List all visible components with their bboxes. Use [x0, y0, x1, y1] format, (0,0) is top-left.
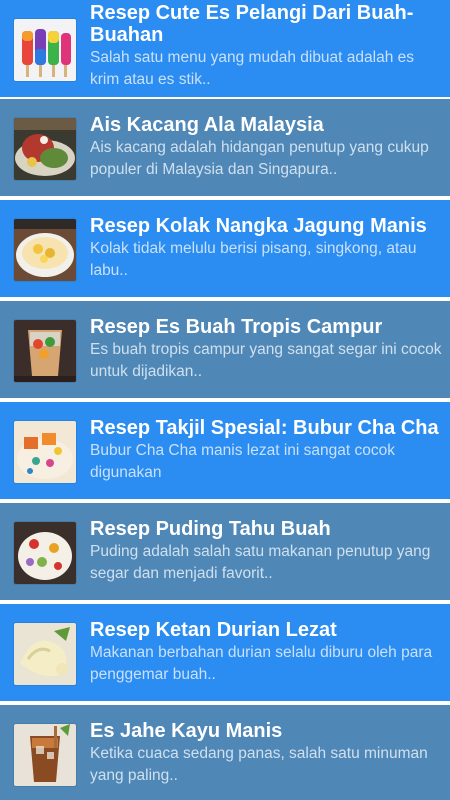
recipe-list-item[interactable]: Ais Kacang Ala Malaysia Ais kacang adala… — [0, 99, 450, 198]
es-buah-glass-image — [14, 320, 76, 382]
rainbow-popsicle-image — [14, 19, 76, 81]
kolak-bowl-image — [14, 219, 76, 281]
recipe-title: Es Jahe Kayu Manis — [90, 720, 283, 742]
recipe-title: Resep Kolak Nangka Jagung Manis — [90, 215, 427, 237]
recipe-list-item[interactable]: Resep Es Buah Tropis Campur Es buah trop… — [0, 301, 450, 400]
recipe-description: Kolak tidak melulu berisi pisang, singko… — [90, 240, 417, 279]
ais-kacang-image — [14, 118, 76, 180]
recipe-description: Puding adalah salah satu makanan penutup… — [90, 543, 431, 582]
recipe-list-item[interactable]: Resep Cute Es Pelangi Dari Buah-Buahan S… — [0, 0, 450, 99]
recipe-title: Resep Puding Tahu Buah — [90, 518, 331, 540]
recipe-description: Ketika cuaca sedang panas, salah satu mi… — [90, 745, 428, 784]
recipe-list-item[interactable]: Resep Kolak Nangka Jagung Manis Kolak ti… — [0, 200, 450, 299]
recipe-list-item[interactable]: Resep Puding Tahu Buah Puding adalah sal… — [0, 503, 450, 602]
recipe-title: Resep Es Buah Tropis Campur — [90, 316, 383, 338]
recipe-description: Makanan berbahan durian selalu diburu ol… — [90, 644, 433, 683]
recipe-title: Resep Cute Es Pelangi Dari Buah-Buahan — [90, 2, 414, 46]
bubur-cha-cha-image — [14, 421, 76, 483]
recipe-list: Resep Cute Es Pelangi Dari Buah-Buahan S… — [0, 0, 450, 800]
recipe-list-item[interactable]: Resep Takjil Spesial: Bubur Cha Cha Bubu… — [0, 402, 450, 501]
es-jahe-image — [14, 724, 76, 786]
recipe-description: Ais kacang adalah hidangan penutup yang … — [90, 139, 429, 178]
recipe-title: Resep Ketan Durian Lezat — [90, 619, 337, 641]
recipe-title: Resep Takjil Spesial: Bubur Cha Cha — [90, 417, 439, 439]
recipe-list-item[interactable]: Resep Ketan Durian Lezat Makanan berbaha… — [0, 604, 450, 703]
puding-tahu-image — [14, 522, 76, 584]
recipe-description: Es buah tropis campur yang sangat segar … — [90, 341, 442, 380]
recipe-list-item[interactable]: Es Jahe Kayu Manis Ketika cuaca sedang p… — [0, 705, 450, 800]
recipe-title: Ais Kacang Ala Malaysia — [90, 114, 324, 136]
recipe-description: Salah satu menu yang mudah dibuat adalah… — [90, 49, 415, 88]
recipe-description: Bubur Cha Cha manis lezat ini sangat coc… — [90, 442, 395, 481]
ketan-durian-image — [14, 623, 76, 685]
